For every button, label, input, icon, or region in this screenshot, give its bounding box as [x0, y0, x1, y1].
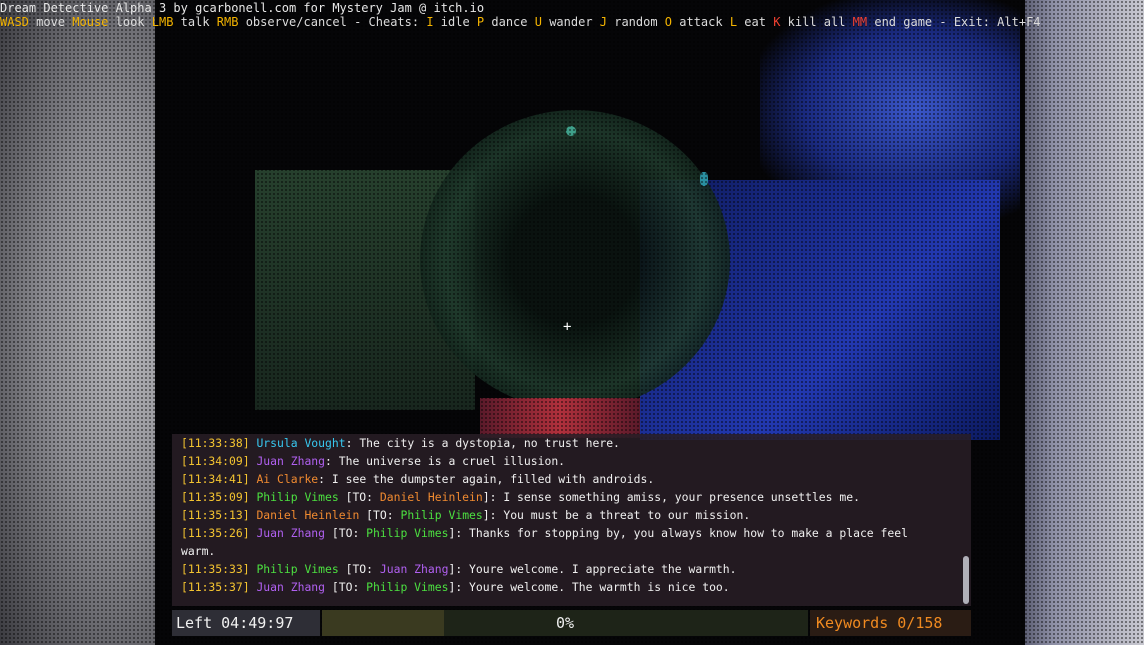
scene-red-shape — [480, 398, 640, 438]
chat-timestamp: [11:34:09] — [181, 454, 250, 468]
credit-line: Dream Detective Alpha 3 by gcarbonell.co… — [0, 1, 485, 15]
left-wall-backdrop — [0, 0, 175, 645]
chat-recipient: Daniel Heinlein — [379, 490, 483, 504]
control-label: wander — [541, 15, 600, 29]
chat-speaker: Juan Zhang — [256, 526, 326, 540]
chat-text: The universe is a cruel illusion. — [338, 454, 566, 468]
control-key: WASD — [0, 15, 29, 29]
chat-message: [11:34:41] Ai Clarke: I see the dumpster… — [181, 472, 655, 486]
control-label: idle — [433, 15, 477, 29]
chat-recipient: Philip Vimes — [400, 508, 483, 522]
chat-timestamp: [11:35:33] — [181, 562, 250, 576]
chat-text: Youre welcome. The warmth is nice too. — [469, 580, 730, 594]
chat-speaker: Ursula Vought — [256, 436, 346, 450]
control-label: eat — [737, 15, 774, 29]
chat-timestamp: [11:35:37] — [181, 580, 250, 594]
chat-timestamp: [11:34:41] — [181, 472, 250, 486]
scene-light-dot — [566, 126, 576, 136]
chat-log[interactable]: [11:33:38] Ursula Vought: The city is a … — [172, 434, 971, 606]
chat-timestamp: [11:35:26] — [181, 526, 250, 540]
chat-message: [11:33:38] Ursula Vought: The city is a … — [181, 436, 620, 450]
chat-speaker: Philip Vimes — [256, 490, 339, 504]
chat-text: The city is a dystopia, no trust here. — [359, 436, 620, 450]
chat-text: You must be a threat to our mission. — [503, 508, 751, 522]
chat-speaker: Ai Clarke — [256, 472, 319, 486]
time-left-display: Left 04:49:97 — [172, 610, 320, 636]
hud-bar: Left 04:49:97 0% Keywords 0/158 — [172, 610, 971, 636]
control-key: O — [664, 15, 673, 29]
control-label: talk — [173, 15, 217, 29]
crosshair-icon: + — [563, 319, 572, 335]
chat-scrollbar[interactable] — [963, 556, 969, 604]
control-key: LMB — [151, 15, 174, 29]
chat-message: [11:35:13] Daniel Heinlein [TO: Philip V… — [181, 508, 751, 522]
chat-timestamp: [11:35:13] — [181, 508, 250, 522]
chat-timestamp: [11:35:09] — [181, 490, 250, 504]
scene-green-sphere — [420, 110, 730, 410]
chat-messages: [11:33:38] Ursula Vought: The city is a … — [172, 434, 971, 596]
control-key: L — [729, 15, 738, 29]
controls-help-line: WASD move Mouse look LMB talk RMB observ… — [0, 15, 1041, 29]
chat-speaker: Philip Vimes — [256, 562, 339, 576]
control-label: look — [108, 15, 152, 29]
control-label: move — [28, 15, 73, 29]
control-label: observe/cancel - Cheats: — [238, 15, 427, 29]
control-key: J — [599, 15, 607, 29]
chat-speaker: Juan Zhang — [256, 580, 326, 594]
chat-recipient: Philip Vimes — [366, 526, 449, 540]
keywords-counter: Keywords 0/158 — [810, 610, 971, 636]
control-key: MM — [852, 15, 868, 29]
scene-light-dot — [700, 172, 708, 186]
chat-message: [11:35:37] Juan Zhang [TO: Philip Vimes]… — [181, 580, 730, 594]
chat-message: [11:35:09] Philip Vimes [TO: Daniel Hein… — [181, 490, 860, 504]
control-key: Mouse — [72, 15, 109, 29]
control-key: I — [426, 15, 434, 29]
chat-speaker: Juan Zhang — [256, 454, 326, 468]
control-label: attack — [672, 15, 730, 29]
chat-recipient: Philip Vimes — [366, 580, 449, 594]
control-key: U — [534, 15, 542, 29]
chat-timestamp: [11:33:38] — [181, 436, 250, 450]
chat-recipient: Juan Zhang — [379, 562, 449, 576]
control-label: kill all — [780, 15, 853, 29]
control-label: end game - Exit: Alt+F4 — [867, 15, 1041, 29]
chat-message: [11:34:09] Juan Zhang: The universe is a… — [181, 454, 566, 468]
chat-text: I sense something amiss, your presence u… — [503, 490, 860, 504]
progress-label: 0% — [555, 614, 575, 632]
chat-message: [11:35:33] Philip Vimes [TO: Juan Zhang]… — [181, 562, 737, 576]
chat-message: [11:35:26] Juan Zhang [TO: Philip Vimes]… — [181, 526, 915, 558]
progress-bar: 0% — [322, 610, 808, 636]
chat-text: Youre welcome. I appreciate the warmth. — [469, 562, 737, 576]
control-key: RMB — [216, 15, 239, 29]
chat-text: I see the dumpster again, filled with an… — [331, 472, 655, 486]
control-label: random — [607, 15, 665, 29]
control-label: dance — [484, 15, 535, 29]
chat-speaker: Daniel Heinlein — [256, 508, 360, 522]
